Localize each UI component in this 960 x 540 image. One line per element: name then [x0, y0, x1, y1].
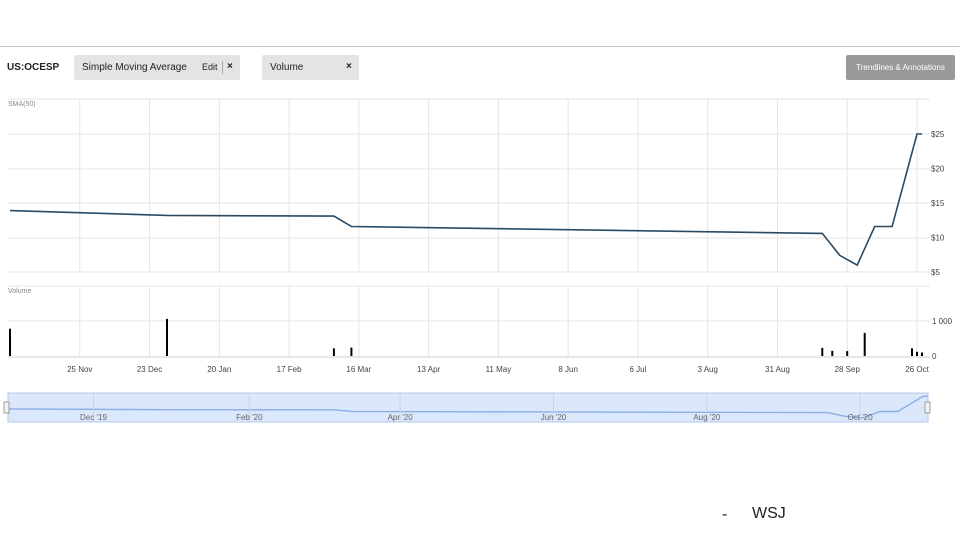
volume-bar — [166, 318, 168, 356]
trendlines-annotations-button[interactable]: Trendlines & Annotations — [846, 55, 955, 80]
navigator-left-handle[interactable] — [3, 401, 10, 414]
volume-bar — [911, 348, 913, 356]
navigator-selection[interactable] — [7, 392, 929, 423]
x-tick-label: 16 Mar — [346, 365, 371, 374]
x-tick-label: 26 Oct — [905, 365, 929, 374]
volume-bar — [9, 328, 11, 356]
volume-y-axis: 0 1 000 — [932, 317, 953, 361]
sma-edit-button[interactable]: Edit — [202, 62, 218, 72]
volume-bar — [332, 348, 335, 356]
volume-bar — [350, 347, 353, 356]
navigator-tick-label: Jun '20 — [541, 413, 567, 422]
date-axis: 25 Nov 23 Dec 20 Jan 17 Feb 16 Mar 13 Apr 11 M… — [67, 365, 929, 374]
volume-bars — [9, 318, 923, 357]
pill-separator — [222, 61, 223, 74]
sma-panel-title: SMA(50) — [8, 101, 36, 108]
navigator-tick-label: Dec '19 — [80, 413, 107, 422]
x-tick-label: 31 Aug — [765, 365, 790, 374]
sma-indicator-pill[interactable]: Simple Moving Average Edit × — [74, 55, 240, 80]
y-tick-label: $20 — [931, 165, 945, 174]
volume-indicator-pill[interactable]: Volume × — [262, 55, 359, 80]
navigator-right-handle[interactable] — [924, 401, 931, 414]
y-tick-label: 1 000 — [932, 317, 953, 326]
y-tick-label: $25 — [931, 130, 945, 139]
volume-panel-title: Volume — [8, 288, 31, 295]
sma-indicator-label: Simple Moving Average — [82, 62, 187, 73]
sma-remove-icon[interactable]: × — [227, 61, 233, 72]
navigator-tick-label: Aug '20 — [693, 413, 720, 422]
footer-dash: - — [722, 506, 728, 523]
x-tick-label: 25 Nov — [67, 365, 92, 374]
volume-bar — [831, 350, 834, 357]
navigator-tick-label: Feb '20 — [236, 413, 263, 422]
volume-bar — [846, 351, 849, 356]
navigator-tick-label: Apr '20 — [388, 413, 414, 422]
volume-bar — [863, 332, 866, 356]
source-label: WSJ — [752, 505, 786, 522]
x-tick-label: 11 May — [486, 365, 512, 374]
volume-bar — [921, 352, 923, 356]
y-tick-label: $15 — [931, 199, 945, 208]
navigator[interactable]: Dec '19 Feb '20 Apr '20 Jun '20 Aug '20 Oct '… — [3, 392, 931, 423]
y-tick-label: $10 — [931, 234, 945, 243]
x-tick-label: 23 Dec — [137, 365, 162, 374]
x-tick-label: 6 Jul — [629, 365, 646, 374]
top-divider — [0, 46, 960, 47]
x-tick-label: 3 Aug — [697, 365, 717, 374]
x-tick-label: 20 Jan — [207, 365, 231, 374]
y-tick-label: $5 — [931, 268, 940, 277]
navigator-tick-label: Oct '20 — [848, 413, 874, 422]
volume-bar — [821, 347, 824, 356]
y-tick-label: 0 — [932, 352, 937, 361]
x-tick-label: 28 Sep — [835, 365, 861, 374]
x-tick-label: 17 Feb — [277, 365, 302, 374]
volume-indicator-label: Volume — [270, 62, 304, 73]
volume-bar — [916, 351, 918, 356]
sma-y-axis: $5 $10 $15 $20 $25 — [931, 130, 945, 277]
volume-remove-icon[interactable]: × — [346, 61, 352, 72]
volume-grid — [8, 285, 930, 357]
x-tick-label: 13 Apr — [417, 365, 440, 374]
x-tick-label: 8 Jun — [558, 365, 578, 374]
stock-chart[interactable]: SMA(50) Volume $5 $10 $15 $20 $25 0 1 000 25 … — [0, 90, 960, 430]
sma-series-line[interactable] — [9, 133, 922, 267]
sma-grid — [8, 98, 930, 273]
ticker-symbol: US:OCESP — [7, 62, 60, 73]
